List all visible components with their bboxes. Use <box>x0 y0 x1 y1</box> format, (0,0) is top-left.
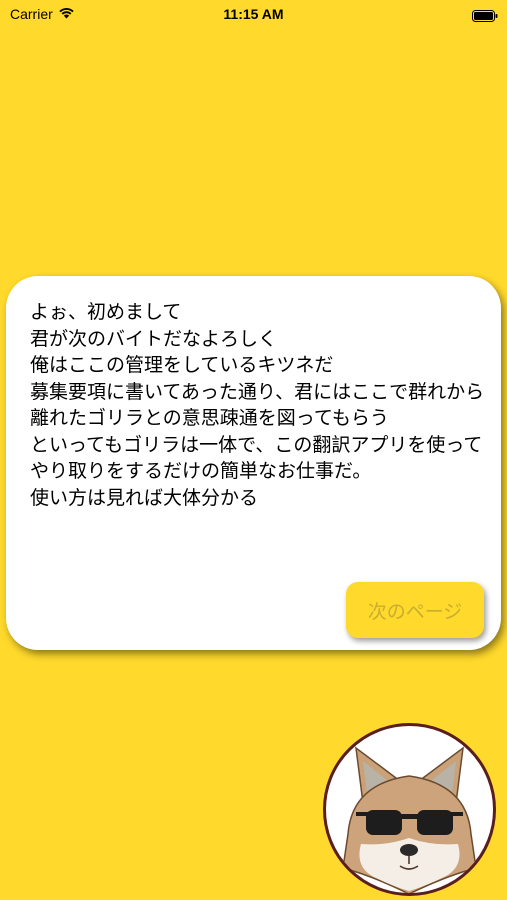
status-time: 11:15 AM <box>223 6 284 22</box>
dialog-message: よぉ、初めまして 君が次のバイトだなよろしく 俺はここの管理をしているキツネだ … <box>30 301 485 509</box>
fox-with-sunglasses-icon <box>342 746 477 893</box>
next-page-button[interactable]: 次のページ <box>346 582 484 638</box>
status-bar: Carrier 11:15 AM <box>0 0 507 28</box>
dialog-card: よぉ、初めまして 君が次のバイトだなよろしく 俺はここの管理をしているキツネだ … <box>6 276 501 650</box>
fox-avatar <box>323 723 496 896</box>
battery-icon <box>472 7 498 22</box>
